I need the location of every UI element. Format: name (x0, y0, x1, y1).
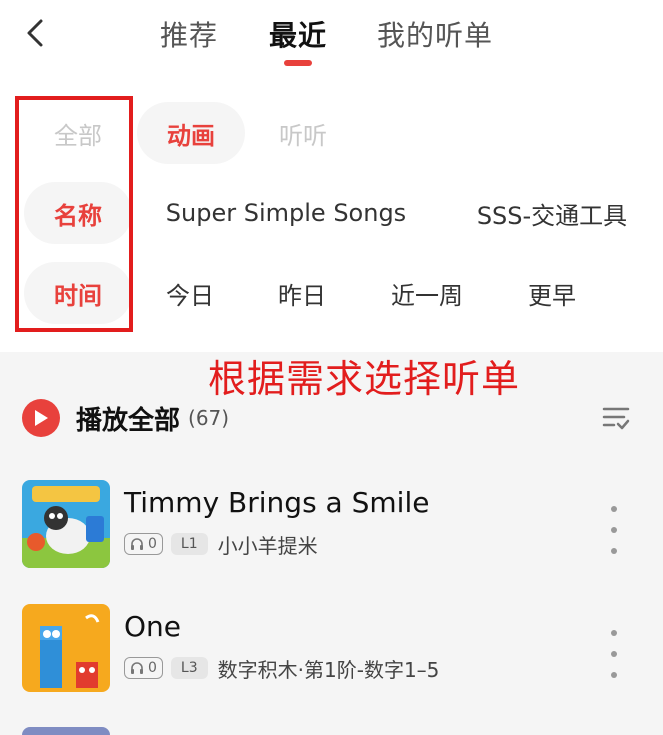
listen-count: 0 (148, 536, 157, 552)
filter-row-time: 时间 今日 昨日 近一周 更早 (0, 262, 663, 326)
item-series: 小小羊提米 (217, 533, 318, 558)
numberblocks-thumbnail (22, 604, 110, 692)
filter-name-label[interactable]: 名称 (24, 182, 132, 244)
filter-sss-vehicles[interactable]: SSS-交通工具 (452, 182, 652, 244)
filter-row-name: 名称 Super Simple Songs SSS-交通工具 (0, 182, 663, 246)
list-item[interactable]: Timmy Brings a Smile 0 L1 小小羊提米 (0, 474, 663, 574)
more-options-button[interactable] (604, 630, 624, 678)
active-tab-indicator (284, 60, 312, 66)
filter-row-type: 全部 动画 听听 (0, 102, 663, 166)
filter-listen[interactable]: 听听 (250, 102, 356, 164)
filter-super-simple-songs[interactable]: Super Simple Songs (150, 182, 422, 244)
filter-time-label[interactable]: 时间 (24, 262, 132, 324)
headphones-icon (131, 662, 143, 674)
top-bar: 推荐 最近 我的听单 (0, 0, 663, 80)
item-title: Timmy Brings a Smile (124, 486, 430, 519)
play-all-count: (67) (188, 406, 230, 430)
more-dot (611, 548, 617, 554)
tab-my-playlists[interactable]: 我的听单 (377, 14, 493, 54)
filter-earlier[interactable]: 更早 (508, 262, 596, 324)
more-dot (611, 672, 617, 678)
item-meta: 0 L3 数字积木·第1阶-数字1–5 (124, 656, 440, 682)
play-all-button[interactable]: 播放全部 (67) (22, 398, 229, 438)
listen-count-badge: 0 (124, 657, 163, 679)
item-meta: 0 L1 小小羊提米 (124, 532, 318, 558)
tab-recent[interactable]: 最近 (269, 14, 327, 54)
back-button[interactable] (18, 14, 52, 52)
play-icon (22, 399, 60, 437)
filter-today[interactable]: 今日 (146, 262, 234, 324)
sort-list-icon (602, 407, 630, 430)
filter-past-week[interactable]: 近一周 (376, 262, 478, 324)
list-item[interactable]: One 0 L3 数字积木·第1阶-数字1–5 (0, 598, 663, 698)
more-dot (611, 651, 617, 657)
more-options-button[interactable] (604, 506, 624, 554)
listen-count: 0 (148, 660, 157, 676)
sort-list-button[interactable] (600, 402, 632, 434)
annotation-text: 根据需求选择听单 (208, 357, 521, 401)
more-dot (611, 506, 617, 512)
item-title: One (124, 610, 182, 643)
next-item-thumbnail-peek (22, 727, 110, 735)
filter-animation[interactable]: 动画 (137, 102, 245, 164)
timmy-thumbnail (22, 480, 110, 568)
filter-all[interactable]: 全部 (30, 102, 126, 164)
listen-count-badge: 0 (124, 533, 163, 555)
filter-panel: 全部 动画 听听 名称 Super Simple Songs SSS-交通工具 … (0, 80, 663, 352)
more-dot (611, 527, 617, 533)
chevron-left-icon (27, 19, 43, 47)
level-badge: L3 (170, 657, 208, 679)
tab-recommend[interactable]: 推荐 (160, 14, 218, 54)
item-series: 数字积木·第1阶-数字1–5 (217, 657, 440, 682)
level-badge: L1 (170, 533, 208, 555)
filter-yesterday[interactable]: 昨日 (258, 262, 346, 324)
more-dot (611, 630, 617, 636)
headphones-icon (131, 538, 143, 550)
play-all-label: 播放全部 (76, 405, 181, 436)
